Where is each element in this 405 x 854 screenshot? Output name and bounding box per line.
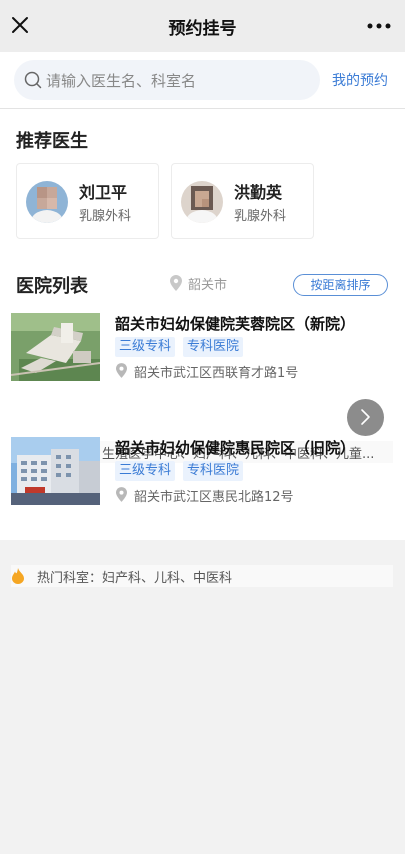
hospital-name: 韶关市妇幼保健院惠民院区（旧院） xyxy=(115,439,356,457)
hospital-item[interactable]: 韶关市妇幼保健院惠民院区（旧院） 三级专科 专科医院 韶关市武江区惠民北路12号… xyxy=(0,437,405,587)
location-pin-icon xyxy=(116,487,127,502)
main-content: 请输入医生名、科室名 我的预约 推荐医生 刘卫平 乳腺外科 洪勤英 乳腺外科 医… xyxy=(0,52,405,587)
doctor-card[interactable]: 洪勤英 乳腺外科 xyxy=(171,163,314,239)
hospital-address: 韶关市武江区西联育才路1号 xyxy=(134,366,299,381)
doctor-avatar xyxy=(26,181,68,223)
location-label: 韶关市 xyxy=(188,278,228,293)
doctor-card[interactable]: 刘卫平 乳腺外科 xyxy=(16,163,159,239)
location-pin-icon xyxy=(116,363,127,378)
hospital-tag: 专科医院 xyxy=(183,461,244,481)
hot-icon xyxy=(11,568,25,584)
sort-by-distance-button[interactable]: 按距离排序 xyxy=(293,274,388,296)
search-icon xyxy=(24,71,42,89)
doctor-department: 乳腺外科 xyxy=(234,209,287,224)
doctor-department: 乳腺外科 xyxy=(79,209,132,224)
doctor-name: 洪勤英 xyxy=(234,183,283,202)
hospital-item[interactable]: 韶关市妇幼保健院芙蓉院区（新院） 三级专科 专科医院 韶关市武江区西联育才路1号… xyxy=(0,313,405,463)
more-dots-icon[interactable] xyxy=(365,16,393,36)
hospital-address: 韶关市武江区惠民北路12号 xyxy=(134,490,294,505)
my-appointment-link[interactable]: 我的预约 xyxy=(332,70,388,90)
search-input[interactable]: 请输入医生名、科室名 xyxy=(14,60,320,100)
hospital-image xyxy=(11,313,100,381)
location-pin-icon xyxy=(170,275,182,291)
divider xyxy=(0,108,405,109)
search-placeholder: 请输入医生名、科室名 xyxy=(46,72,197,90)
hospital-list-title: 医院列表 xyxy=(16,276,88,297)
hospital-tag: 三级专科 xyxy=(115,337,176,357)
top-bar: 预约挂号 xyxy=(0,0,405,52)
next-button[interactable] xyxy=(347,399,384,436)
doctor-avatar xyxy=(181,181,223,223)
hospital-image xyxy=(11,437,100,505)
hot-departments-row: 热门科室：妇产科、儿科、中医科 xyxy=(11,565,393,587)
chevron-right-icon xyxy=(361,409,370,425)
page-title: 预约挂号 xyxy=(168,19,237,39)
hospital-name: 韶关市妇幼保健院芙蓉院区（新院） xyxy=(115,315,356,333)
hospital-tag: 专科医院 xyxy=(183,337,244,357)
hot-departments-text: 热门科室：妇产科、儿科、中医科 xyxy=(37,571,233,586)
recommended-doctors-title: 推荐医生 xyxy=(16,131,88,152)
hospital-tag: 三级专科 xyxy=(115,461,176,481)
doctor-name: 刘卫平 xyxy=(79,183,128,202)
